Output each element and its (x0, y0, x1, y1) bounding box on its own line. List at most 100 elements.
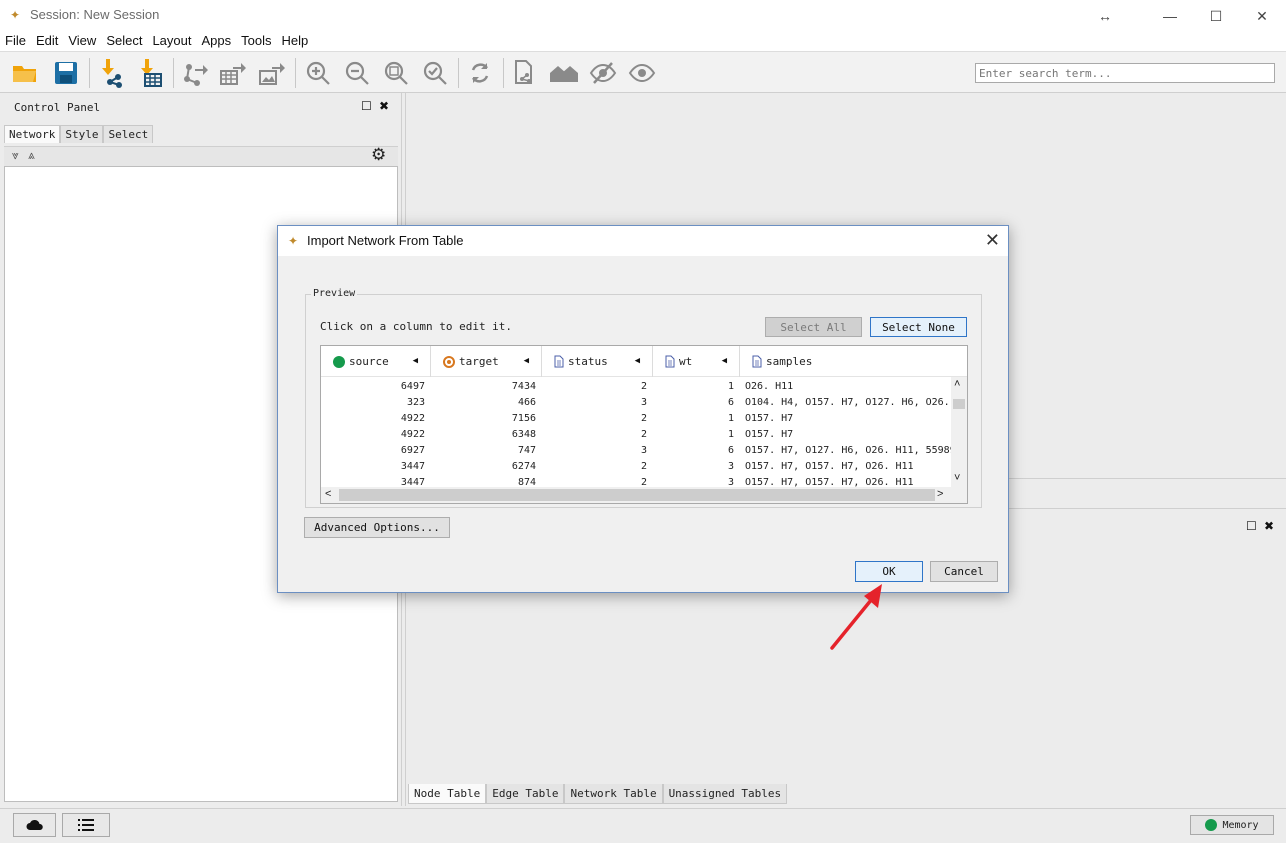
target-node-icon (443, 355, 455, 368)
toolbar-separator (503, 58, 504, 88)
tab-select[interactable]: Select (103, 125, 154, 143)
home-icon[interactable] (549, 58, 579, 88)
select-all-button[interactable]: Select All (765, 317, 862, 337)
attribute-icon (752, 355, 762, 368)
hide-icon[interactable] (588, 58, 618, 88)
scroll-left-icon[interactable]: < (325, 488, 331, 500)
new-network-icon[interactable] (510, 58, 540, 88)
toolbar (0, 51, 1286, 93)
refresh-icon[interactable] (465, 58, 495, 88)
vertical-scroll-thumb[interactable] (953, 399, 965, 409)
column-menu-arrow[interactable]: ◀ (722, 356, 727, 366)
tab-edge-table[interactable]: Edge Table (486, 784, 565, 804)
menu-layout[interactable]: Layout (147, 31, 196, 51)
table-row: 3447 6274 2 3 O157. H7, O157. H7, O26. H… (400, 461, 914, 472)
tab-network[interactable]: Network (4, 125, 61, 143)
advanced-options-button[interactable]: Advanced Options... (304, 517, 450, 538)
memory-button[interactable]: Memory (1190, 815, 1274, 835)
preview-table: source ◀ target ◀ status ◀ wt ◀ samples … (320, 345, 968, 504)
expand-all-icon[interactable]: ⩔ (12, 148, 19, 163)
column-menu-arrow[interactable]: ◀ (413, 356, 418, 366)
menu-select[interactable]: Select (101, 31, 147, 51)
source-node-icon (333, 355, 345, 368)
open-folder-icon[interactable] (10, 58, 40, 88)
toolbar-separator (89, 58, 90, 88)
toolbar-separator (295, 58, 296, 88)
zoom-in-icon[interactable] (303, 58, 333, 88)
table-row: 4922 6348 2 1 O157. H7 (400, 429, 794, 440)
menu-view[interactable]: View (63, 31, 101, 51)
zoom-out-icon[interactable] (342, 58, 372, 88)
toolbar-separator (458, 58, 459, 88)
menu-file[interactable]: File (0, 31, 31, 51)
export-network-icon[interactable] (180, 58, 210, 88)
save-icon[interactable] (51, 58, 81, 88)
list-icon (78, 819, 94, 831)
menu-edit[interactable]: Edit (31, 31, 63, 51)
column-menu-arrow[interactable]: ◀ (524, 356, 529, 366)
cytoscape-app-icon: ✦ (10, 8, 21, 22)
scroll-right-icon[interactable]: > (937, 488, 943, 500)
scroll-down-icon[interactable]: ˅ (954, 473, 960, 484)
float-panel-icon[interactable]: ☐ (361, 99, 372, 113)
import-network-icon[interactable] (97, 58, 127, 88)
memory-label: Memory (1222, 819, 1259, 831)
search-input[interactable] (975, 63, 1275, 83)
maximize-button[interactable]: ☐ (1204, 6, 1228, 26)
toolbar-separator (173, 58, 174, 88)
resize-handle-icon[interactable]: ↔ (1093, 6, 1117, 26)
window-title: Session: New Session (30, 7, 160, 22)
task-list-button[interactable] (62, 813, 110, 837)
network-tools-row: ⩔ ⩓ ⚙ (4, 145, 398, 166)
minimize-button[interactable]: — (1158, 6, 1182, 26)
memory-status-icon (1205, 819, 1218, 831)
tab-style[interactable]: Style (60, 125, 104, 143)
table-row: 3447 874 2 3 O157. H7, O157. H7, O26. H1… (400, 477, 914, 487)
horizontal-scrollbar[interactable]: < > (321, 487, 967, 503)
float-table-panel-icon[interactable]: ☐ (1246, 519, 1257, 533)
table-row: 6497 7434 2 1 O26. H11 (400, 381, 794, 392)
dialog-close-button[interactable]: ✕ (985, 230, 1000, 251)
preview-hint: Click on a column to edit it. (320, 320, 513, 333)
column-header-samples[interactable]: samples (740, 346, 967, 377)
menu-apps[interactable]: Apps (197, 31, 237, 51)
show-icon[interactable] (627, 58, 657, 88)
column-header-source[interactable]: source ◀ (321, 346, 431, 377)
menubar: File Edit View Select Layout Apps Tools … (0, 31, 1286, 51)
close-table-panel-icon[interactable]: ✖ (1264, 519, 1274, 533)
close-panel-icon[interactable]: ✖ (379, 99, 389, 113)
tab-network-table[interactable]: Network Table (564, 784, 663, 804)
column-header-wt[interactable]: wt ◀ (653, 346, 740, 377)
zoom-selected-icon[interactable] (420, 58, 450, 88)
tab-unassigned-tables[interactable]: Unassigned Tables (662, 784, 788, 804)
import-network-dialog: ✦ Import Network From Table ✕ Preview Cl… (277, 225, 1009, 593)
export-image-icon[interactable] (257, 58, 287, 88)
gear-icon[interactable]: ⚙ (371, 145, 386, 165)
scroll-up-icon[interactable]: ˄ (954, 379, 960, 390)
dialog-title: Import Network From Table (307, 233, 464, 248)
attribute-icon (554, 355, 564, 368)
statusbar: Memory (0, 808, 1286, 843)
preview-label: Preview (311, 288, 358, 299)
preview-group: Preview Click on a column to edit it. Se… (305, 288, 982, 508)
cancel-button[interactable]: Cancel (930, 561, 998, 582)
column-header-target[interactable]: target ◀ (431, 346, 542, 377)
dialog-titlebar: ✦ Import Network From Table ✕ (278, 226, 1008, 256)
column-menu-arrow[interactable]: ◀ (635, 356, 640, 366)
vertical-scrollbar[interactable]: ˄ ˅ (951, 377, 967, 487)
window-titlebar: ✦ Session: New Session ↔ — ☐ ✕ (0, 0, 1286, 31)
collapse-all-icon[interactable]: ⩓ (28, 148, 35, 163)
table-tabs: Node Table Edge Table Network Table Unas… (408, 784, 788, 804)
menu-tools[interactable]: Tools (236, 31, 276, 51)
column-header-status[interactable]: status ◀ (542, 346, 653, 377)
tab-node-table[interactable]: Node Table (408, 784, 487, 804)
zoom-fit-icon[interactable] (381, 58, 411, 88)
cloud-button[interactable] (13, 813, 56, 837)
menu-help[interactable]: Help (277, 31, 314, 51)
export-table-icon[interactable] (218, 58, 248, 88)
import-table-icon[interactable] (136, 58, 166, 88)
cloud-icon (26, 819, 43, 830)
close-window-button[interactable]: ✕ (1250, 6, 1274, 26)
select-none-button[interactable]: Select None (870, 317, 967, 337)
horizontal-scroll-thumb[interactable] (339, 489, 935, 501)
